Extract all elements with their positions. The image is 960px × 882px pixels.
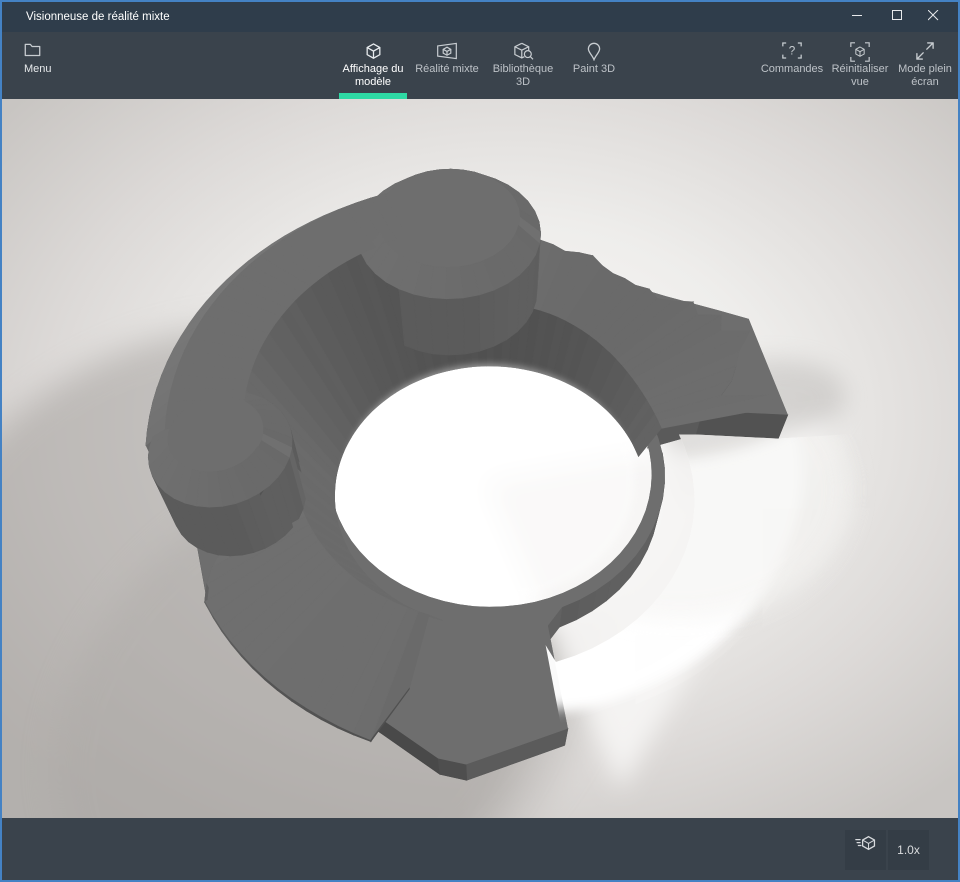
svg-text:?: ? xyxy=(789,45,796,58)
